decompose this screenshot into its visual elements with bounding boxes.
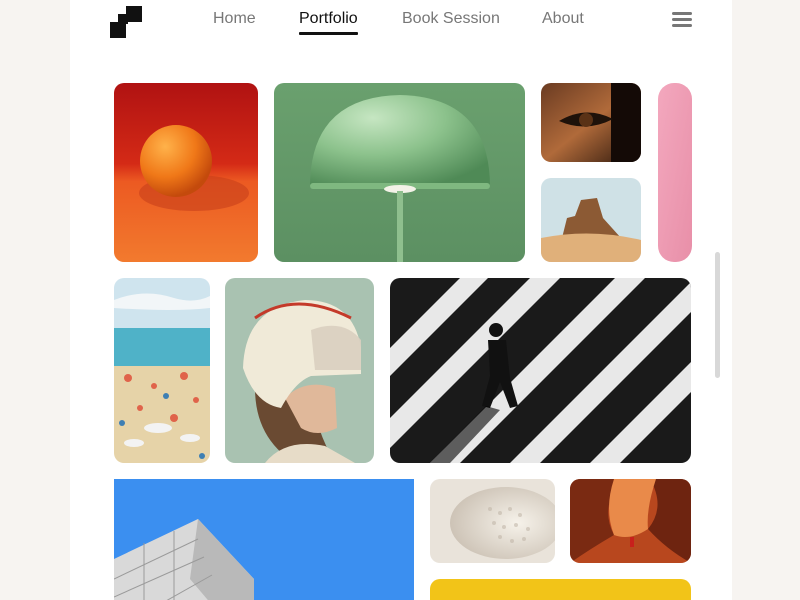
gallery-tile-yellow[interactable] [430,579,691,600]
gallery-tile-orange[interactable] [114,83,258,262]
page-canvas: Home Portfolio Book Session About [70,0,732,600]
hamburger-menu-icon[interactable] [672,12,692,30]
striped-shadow-walker-photo [390,278,691,463]
nav-item-home[interactable]: Home [213,10,256,28]
nav-item-about[interactable]: About [542,10,584,28]
gallery-tile-eye[interactable] [541,83,641,162]
yellow-block-photo [430,579,691,600]
gallery-tile-lamp[interactable] [274,83,525,262]
white-texture-closeup-photo [430,479,555,563]
gallery-tile-desert[interactable] [541,178,641,262]
crowded-beach-photo [114,278,210,463]
orange-fruit-photo [114,83,258,262]
gallery-tile-beach[interactable] [114,278,210,463]
gallery-tile-pink[interactable] [658,83,692,262]
eye-closeup-photo [541,83,641,162]
scrollbar-thumb[interactable] [715,252,720,378]
gallery-tile-helmet-portrait[interactable] [225,278,374,463]
building-corner-blue-sky-photo [114,479,414,600]
helmet-woman-portrait-photo [225,278,374,463]
main-nav: Home Portfolio Book Session About [70,10,732,40]
gallery-tile-building[interactable] [114,479,414,600]
red-canyon-photo [570,479,691,563]
green-dome-lamp-photo [274,83,525,262]
nav-item-book-session[interactable]: Book Session [402,10,500,28]
gallery-tile-stripes[interactable] [390,278,691,463]
desert-butte-photo [541,178,641,262]
gallery-tile-canyon[interactable] [570,479,691,563]
gallery-tile-texture[interactable] [430,479,555,563]
pink-blur-photo [658,83,692,262]
nav-item-portfolio[interactable]: Portfolio [299,10,358,35]
